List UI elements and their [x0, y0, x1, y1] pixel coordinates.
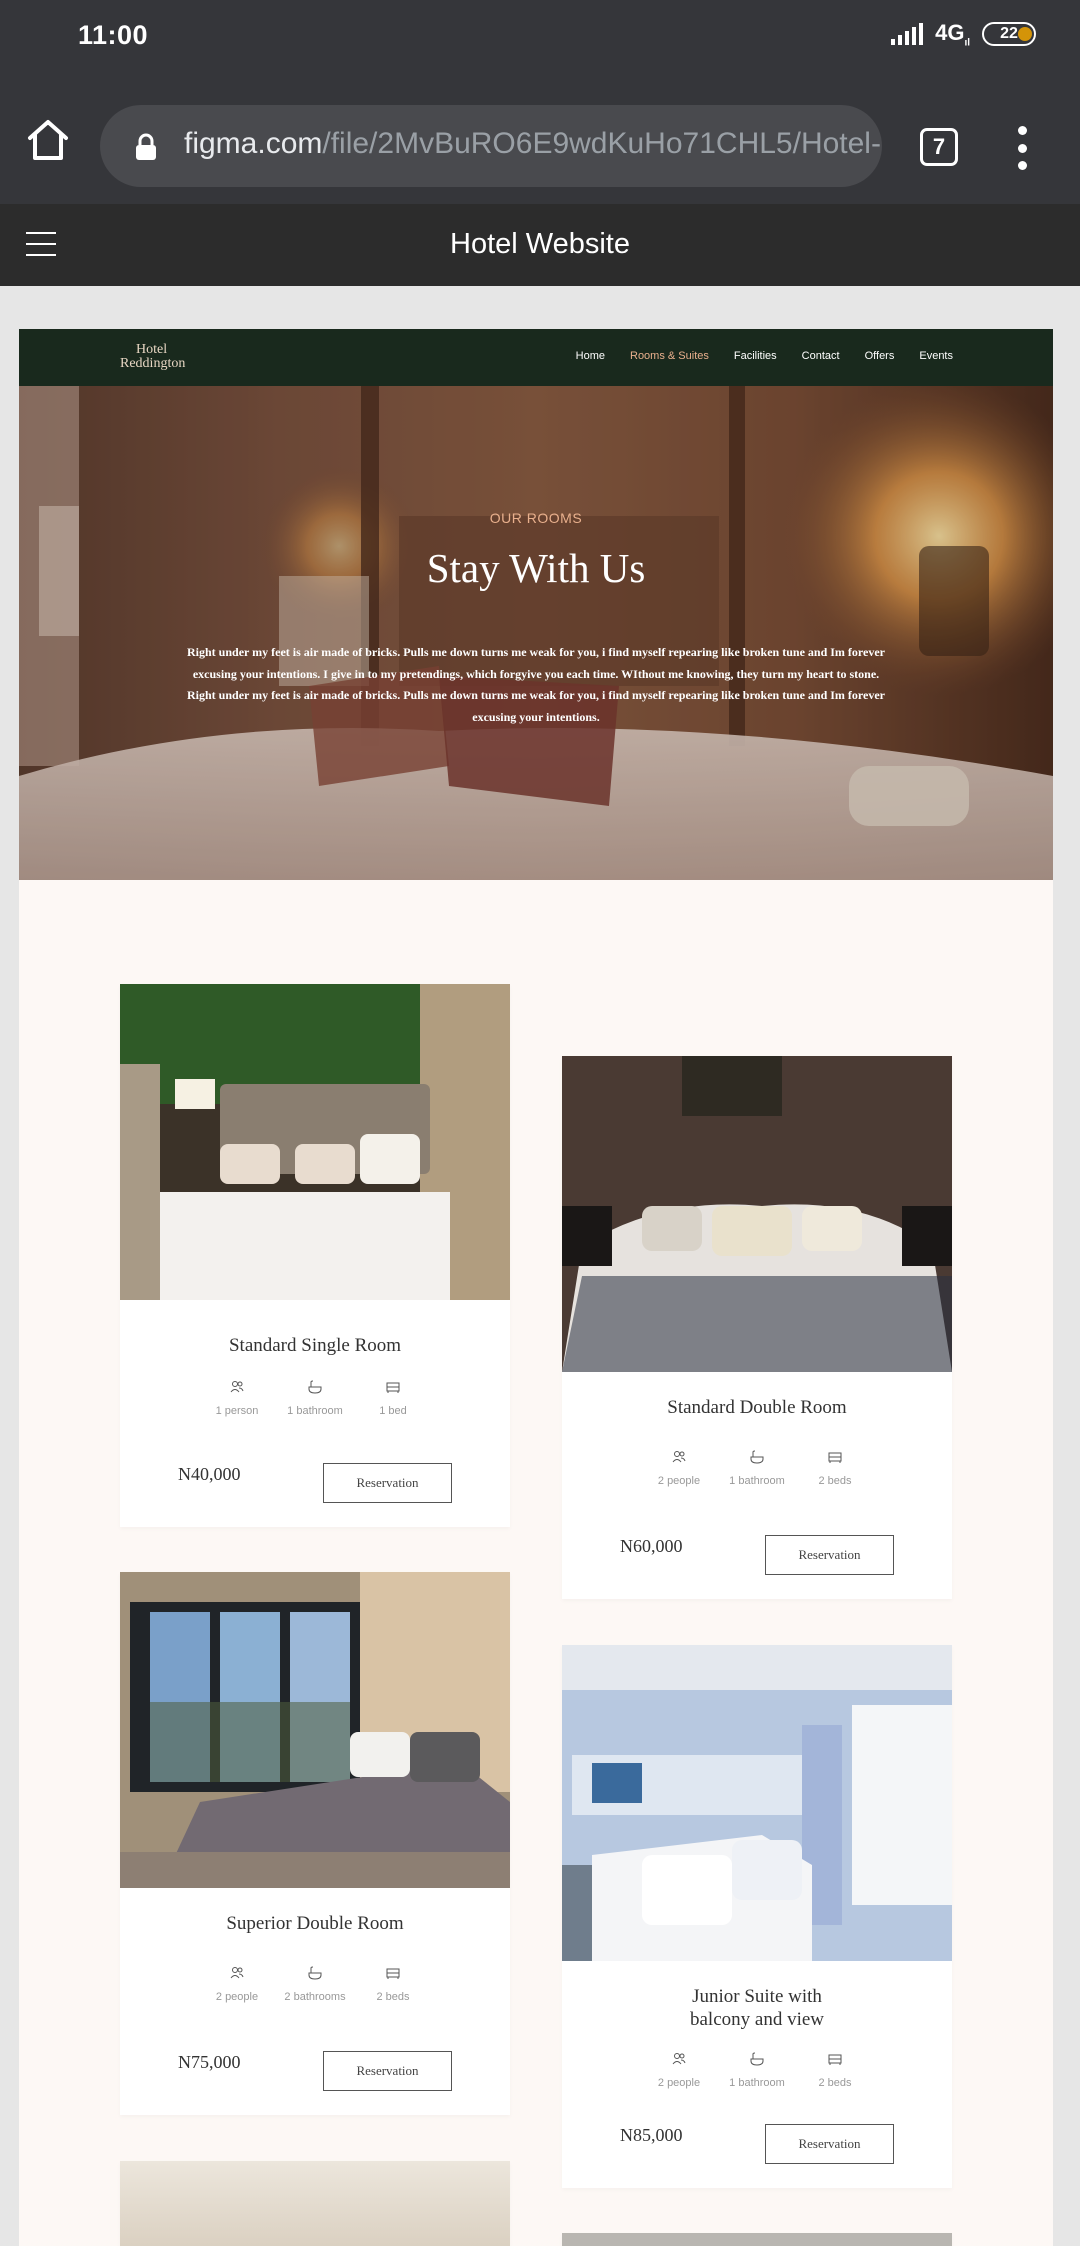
amenity-beds: 2 beds	[354, 1965, 432, 2003]
nav-offers[interactable]: Offers	[865, 350, 895, 362]
room-title: Standard Single Room	[228, 1335, 402, 1356]
nav-contact[interactable]: Contact	[802, 350, 840, 362]
site-navbar: Hotel Reddington Home Rooms & Suites Fac…	[19, 329, 1053, 386]
bathtub-icon	[750, 1450, 764, 1464]
people-icon	[672, 1451, 686, 1463]
room-image[interactable]	[120, 984, 510, 1300]
amenity-beds: 1 bed	[354, 1379, 432, 1417]
bed-icon	[386, 1382, 400, 1393]
room-amenities: 1 person 1 bathroom 1 bed	[120, 1379, 510, 1417]
bathtub-icon	[308, 1966, 322, 1980]
bed-icon	[828, 1452, 842, 1463]
room-card: Superior Double Room 2 people 2 bathroom…	[120, 1572, 510, 2115]
status-icons: 4Gıl 22	[891, 20, 1036, 48]
bed-icon	[828, 2054, 842, 2065]
nav-events[interactable]: Events	[919, 350, 953, 362]
hero-title: Stay With Us	[426, 545, 646, 591]
people-icon	[230, 1967, 244, 1979]
lock-icon	[134, 133, 158, 161]
room-price: N75,000	[178, 2052, 241, 2072]
battery-level: 22	[1000, 25, 1018, 43]
nav-rooms-suites[interactable]: Rooms & Suites	[630, 350, 709, 362]
amenity-bathrooms: 2 bathrooms	[276, 1965, 354, 2003]
room-price: N60,000	[620, 1536, 683, 1556]
nav-home[interactable]: Home	[576, 350, 605, 362]
amenity-guests: 2 people	[640, 2051, 718, 2089]
tab-switcher-button[interactable]: 7	[920, 128, 958, 166]
amenity-bathrooms: 1 bathroom	[276, 1379, 354, 1417]
room-card: Junior Suite with balcony and view 2 peo…	[562, 1645, 952, 2188]
design-frame: Hotel Reddington Home Rooms & Suites Fac…	[19, 329, 1053, 2246]
amenity-bathrooms: 1 bathroom	[718, 2051, 796, 2089]
amenity-guests: 2 people	[198, 1965, 276, 2003]
amenity-beds: 2 beds	[796, 1449, 874, 1487]
room-amenities: 2 people 1 bathroom 2 beds	[562, 2051, 952, 2089]
room-title-line-1: Junior Suite with	[692, 1986, 822, 2007]
room-image[interactable]	[120, 2161, 510, 2246]
figma-header: Hotel Website	[0, 204, 1080, 286]
room-card-partial	[120, 2161, 510, 2246]
bed-icon	[386, 1968, 400, 1979]
signal-icon	[891, 23, 924, 46]
battery-icon: 22	[982, 22, 1036, 47]
hero-overlay	[19, 386, 1053, 880]
room-amenities: 2 people 1 bathroom 2 beds	[562, 1449, 952, 1487]
url-bar[interactable]: figma.com/file/2MvBuRO6E9wdKuHo71CHL5/Ho…	[100, 105, 882, 187]
status-time: 11:00	[78, 20, 149, 50]
amenity-guests: 2 people	[640, 1449, 718, 1487]
room-title: Junior Suite with balcony and view	[562, 1985, 952, 2031]
logo-line-1: Hotel	[136, 342, 168, 357]
bathtub-icon	[308, 1380, 322, 1394]
logo-line-2: Reddington	[120, 356, 186, 371]
room-price: N85,000	[620, 2125, 683, 2145]
amenity-bathrooms: 1 bathroom	[718, 1449, 796, 1487]
nav-facilities[interactable]: Facilities	[734, 350, 777, 362]
url-text: figma.com/file/2MvBuRO6E9wdKuHo71CHL5/Ho…	[184, 127, 882, 160]
reservation-button[interactable]: Reservation	[323, 1463, 452, 1503]
reservation-button[interactable]: Reservation	[323, 2051, 452, 2091]
room-card-partial	[562, 2233, 952, 2246]
more-menu-icon[interactable]	[1010, 126, 1034, 170]
hero-description: Right under my feet is air made of brick…	[187, 645, 885, 724]
room-image[interactable]	[562, 1645, 952, 1961]
file-title: Hotel Website	[450, 228, 630, 260]
room-price: N40,000	[178, 1464, 241, 1484]
home-icon[interactable]	[24, 116, 72, 164]
status-bar: 11:00 4Gıl 22	[0, 0, 1080, 72]
hero-section: OUR ROOMS Stay With Us Right under my fe…	[19, 386, 1053, 880]
people-icon	[230, 1381, 244, 1393]
bathtub-icon	[750, 2052, 764, 2066]
room-image[interactable]	[562, 2233, 952, 2246]
site-nav-links: Home Rooms & Suites Facilities Contact O…	[576, 350, 953, 362]
amenity-beds: 2 beds	[796, 2051, 874, 2089]
network-type: 4Gıl	[935, 20, 970, 49]
room-card: Standard Single Room 1 person 1 bathroom…	[120, 984, 510, 1527]
room-amenities: 2 people 2 bathrooms 2 beds	[120, 1965, 510, 2003]
site-logo[interactable]: Hotel Reddington	[120, 343, 185, 371]
hero-eyebrow: OUR ROOMS	[489, 510, 583, 526]
room-image[interactable]	[562, 1056, 952, 1372]
amenity-guests: 1 person	[198, 1379, 276, 1417]
room-title: Standard Double Room	[667, 1397, 847, 1418]
reservation-button[interactable]: Reservation	[765, 2124, 894, 2164]
browser-toolbar: figma.com/file/2MvBuRO6E9wdKuHo71CHL5/Ho…	[0, 72, 1080, 204]
reservation-button[interactable]: Reservation	[765, 1535, 894, 1575]
people-icon	[672, 2053, 686, 2065]
room-card: Standard Double Room 2 people 1 bathroom…	[562, 1056, 952, 1599]
room-image[interactable]	[120, 1572, 510, 1888]
room-title-line-2: balcony and view	[689, 2009, 824, 2030]
room-title: Superior Double Room	[226, 1913, 404, 1934]
